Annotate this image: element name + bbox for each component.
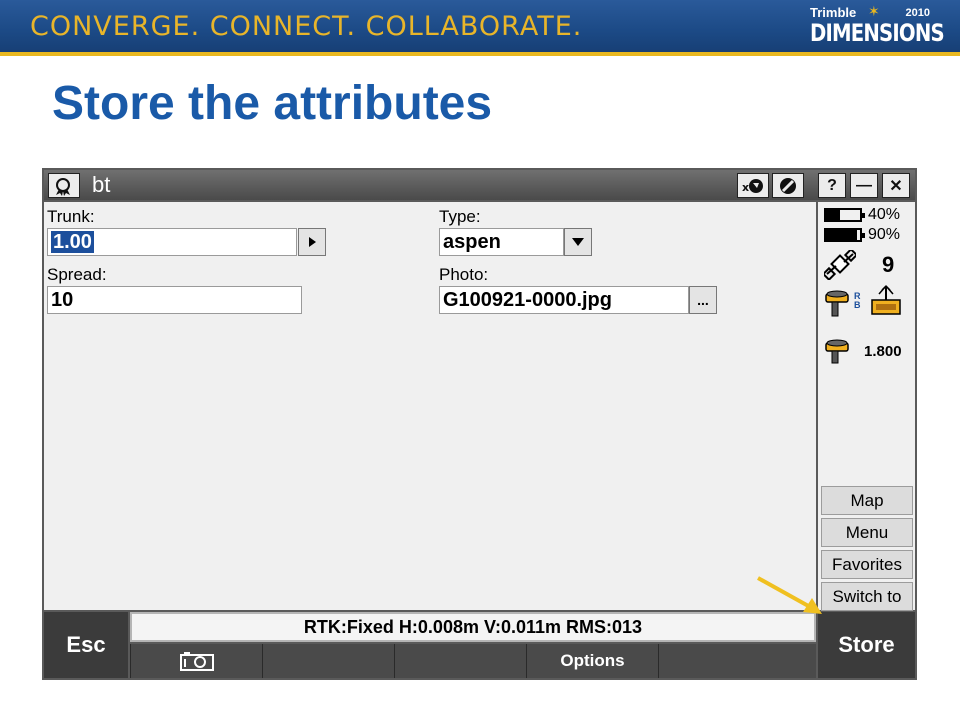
rover-receiver-icon (825, 290, 849, 317)
close-map-icon[interactable]: x (737, 173, 769, 198)
battery-1: 40% (824, 206, 900, 224)
trunk-arrow-button[interactable] (298, 228, 326, 256)
antenna-icon (825, 339, 849, 364)
camera-icon (179, 652, 214, 671)
window-controls: ? — ✕ (817, 170, 915, 200)
menu-button[interactable]: Menu (821, 518, 913, 547)
title-bar: bt x (44, 170, 817, 200)
antenna-height: 1.800 (864, 342, 902, 360)
star-icon: ✶ (868, 3, 880, 19)
favorites-button[interactable]: Favorites (821, 550, 913, 579)
slide-banner: CONVERGE. CONNECT. COLLABORATE. Trimble … (0, 0, 960, 56)
battery-icon (824, 228, 865, 242)
close-button[interactable]: ✕ (882, 173, 910, 198)
satellite-icon (824, 250, 856, 280)
antenna-height-status[interactable]: 1.800 (824, 337, 902, 365)
status-panel: 40% 90% 9 R B 1.800 Map Menu Favorites S… (818, 202, 915, 611)
battery-2: 90% (824, 226, 900, 244)
type-label: Type: (439, 207, 481, 226)
softkey-3[interactable] (394, 644, 526, 678)
controller-screen: bt x ? — ✕ Trunk: 1.00 Spread: 10 Type: … (42, 168, 917, 680)
ribbon-icon[interactable] (48, 173, 80, 198)
spread-input[interactable]: 10 (47, 286, 302, 314)
trunk-value: 1.00 (51, 231, 94, 253)
map-button[interactable]: Map (821, 486, 913, 515)
switch-to-button[interactable]: Switch to (821, 582, 913, 611)
esc-button[interactable]: Esc (44, 612, 128, 678)
spread-label: Spread: (47, 265, 107, 284)
svg-text:x: x (742, 181, 749, 194)
type-dropdown-button[interactable] (564, 228, 592, 256)
photo-label: Photo: (439, 265, 489, 284)
logo-brand: Trimble (810, 5, 857, 20)
banner-tagline: CONVERGE. CONNECT. COLLABORATE. (30, 11, 583, 42)
radio-base-icon (871, 285, 901, 315)
rover-label: R B (854, 291, 861, 310)
play-arrow-icon (309, 237, 316, 247)
trimble-dimensions-logo: Trimble ✶ 2010 DIMENSIONS (810, 3, 945, 47)
photo-browse-button[interactable]: ... (689, 286, 717, 314)
window-title: bt (92, 172, 111, 197)
minimize-button[interactable]: — (850, 173, 878, 198)
battery-1-level: 40% (868, 206, 901, 223)
camera-softkey[interactable] (130, 644, 262, 678)
photo-input[interactable]: G100921-0000.jpg (439, 286, 689, 314)
type-select[interactable]: aspen (439, 228, 564, 256)
attribute-form: Trunk: 1.00 Spread: 10 Type: aspen Photo… (44, 202, 816, 610)
logo-name: DIMENSIONS (810, 19, 945, 47)
receiver-status[interactable]: R B (824, 284, 906, 318)
logo-year: 2010 (905, 7, 930, 19)
options-softkey[interactable]: Options (526, 644, 658, 678)
battery-2-level: 90% (868, 226, 901, 243)
no-entry-icon[interactable] (772, 173, 804, 198)
battery-icon (824, 208, 865, 222)
gnss-status-line: RTK:Fixed H:0.008m V:0.011m RMS:013 (130, 612, 816, 642)
satellite-status[interactable]: 9 (824, 250, 894, 280)
softkey-5[interactable] (658, 644, 816, 678)
help-button[interactable]: ? (818, 173, 846, 198)
store-button[interactable]: Store (818, 612, 915, 678)
softkey-2[interactable] (262, 644, 394, 678)
slide-title: Store the attributes (52, 77, 493, 130)
banner-stripe (0, 52, 960, 56)
trunk-input[interactable]: 1.00 (47, 228, 297, 256)
trunk-label: Trunk: (47, 207, 95, 226)
satellite-count: 9 (882, 252, 895, 277)
chevron-down-icon (572, 238, 584, 246)
